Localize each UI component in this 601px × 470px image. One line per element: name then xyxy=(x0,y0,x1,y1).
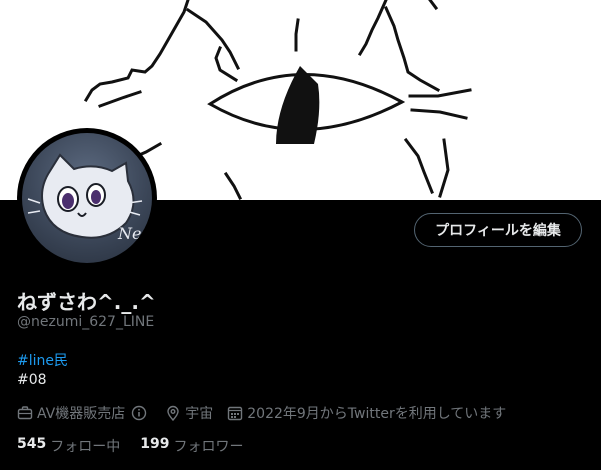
following-label: フォロー中 xyxy=(50,439,121,455)
followers-link[interactable]: 199 フォロワー xyxy=(140,436,243,456)
following-count: 545 xyxy=(17,436,47,452)
avatar-image: Ne xyxy=(22,133,152,263)
followers-label: フォロワー xyxy=(173,439,244,455)
bio-text: #08 xyxy=(17,372,47,388)
avatar-signature: Ne xyxy=(117,224,141,243)
meta-job: AV機器販売店 xyxy=(17,403,151,423)
user-handle: @nezumi_627_LINE xyxy=(17,314,155,330)
follow-stats: 545 フォロー中 199 フォロワー xyxy=(17,436,263,456)
briefcase-icon xyxy=(17,406,33,420)
meta-joined-label: 2022年9月からTwitterを利用しています xyxy=(247,406,507,422)
edit-profile-button[interactable]: プロフィールを編集 xyxy=(414,213,582,247)
bio-hashtag-link[interactable]: #line民 xyxy=(17,350,68,370)
display-name: ねずさわ^._.^ xyxy=(17,290,156,314)
followers-count: 199 xyxy=(140,436,170,452)
info-icon[interactable] xyxy=(131,405,147,421)
calendar-icon xyxy=(228,406,243,421)
following-link[interactable]: 545 フォロー中 xyxy=(17,436,120,456)
location-pin-icon xyxy=(167,405,179,421)
meta-joined: 2022年9月からTwitterを利用しています xyxy=(227,403,506,423)
profile-meta: AV機器販売店 宇宙 2022年9月からTwitterを利用しています xyxy=(17,403,520,423)
meta-location-label: 宇宙 xyxy=(185,406,214,422)
meta-job-label: AV機器販売店 xyxy=(37,406,126,422)
meta-location: 宇宙 xyxy=(165,403,213,423)
profile-avatar[interactable]: Ne xyxy=(17,128,157,268)
